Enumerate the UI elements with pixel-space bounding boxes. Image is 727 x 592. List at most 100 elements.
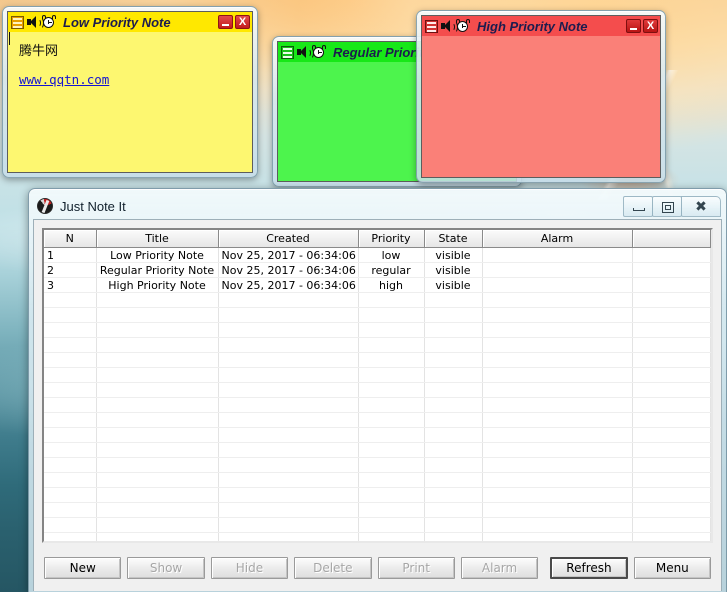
close-button[interactable]: X: [235, 15, 250, 29]
cell-empty: [358, 337, 425, 353]
cell-empty: [424, 367, 483, 383]
delete-button: Delete: [294, 557, 372, 579]
column-header-title[interactable]: Title: [96, 230, 219, 248]
table-row-empty[interactable]: [44, 472, 711, 488]
cell-empty: [358, 292, 425, 308]
column-header-created[interactable]: Created: [218, 230, 359, 248]
table-row-empty[interactable]: [44, 457, 711, 473]
minimize-button[interactable]: [623, 195, 653, 217]
table-row-empty[interactable]: [44, 487, 711, 503]
table-row[interactable]: 2 Regular Priority Note Nov 25, 2017 - 06:…: [44, 262, 711, 278]
cell-empty: [44, 352, 97, 368]
note-hyperlink[interactable]: www.qqtn.com: [19, 72, 109, 87]
column-header-n[interactable]: N: [44, 230, 97, 248]
hamburger-menu-icon[interactable]: [11, 15, 24, 29]
cell-created: Nov 25, 2017 - 06:34:06 ...: [218, 262, 359, 278]
cell-empty: [632, 442, 711, 458]
cell-empty: [482, 487, 633, 503]
table-row-empty[interactable]: [44, 307, 711, 323]
cell-empty: [632, 532, 711, 541]
cell-empty: [424, 397, 483, 413]
cell-empty: [96, 487, 219, 503]
cell-alarm: [482, 277, 633, 293]
cell-empty: [424, 427, 483, 443]
cell-empty: [482, 322, 633, 338]
table-row-empty[interactable]: [44, 517, 711, 533]
table-row-empty[interactable]: [44, 367, 711, 383]
hamburger-menu-icon[interactable]: [425, 19, 438, 33]
column-header-state[interactable]: State: [424, 230, 483, 248]
column-header-alarm[interactable]: Alarm: [482, 230, 633, 248]
table-row-empty[interactable]: [44, 322, 711, 338]
cell-empty: [218, 442, 359, 458]
note-titlebar-high-priority[interactable]: High Priority Note X: [422, 16, 660, 36]
cell-empty: [96, 532, 219, 541]
table-row-empty[interactable]: [44, 412, 711, 428]
alarm-clock-icon[interactable]: [312, 45, 326, 59]
table-row-empty[interactable]: [44, 292, 711, 308]
note-window-low-priority[interactable]: Low Priority Note X 腾牛网 www.qqtn.com: [2, 6, 258, 178]
note-body-low-priority[interactable]: 腾牛网 www.qqtn.com: [8, 32, 252, 172]
cell-empty: [218, 382, 359, 398]
menu-button[interactable]: Menu: [633, 557, 712, 579]
table-body: 1 Low Priority Note Nov 25, 2017 - 06:34:0…: [44, 247, 711, 541]
cell-empty: [96, 322, 219, 338]
hide-button: Hide: [210, 557, 289, 579]
alarm-clock-icon[interactable]: [42, 15, 56, 29]
cell-empty: [482, 457, 633, 473]
cell-empty: [44, 457, 97, 473]
new-button[interactable]: New: [44, 557, 122, 579]
table-row-empty[interactable]: [44, 337, 711, 353]
close-button[interactable]: X: [643, 19, 658, 33]
main-window-titlebar[interactable]: Just Note It ✖: [33, 193, 722, 219]
cell-empty: [218, 367, 359, 383]
speaker-icon[interactable]: [27, 15, 44, 29]
cell-empty: [424, 487, 483, 503]
column-header-priority[interactable]: Priority: [358, 230, 425, 248]
minimize-button[interactable]: [626, 19, 641, 33]
app-icon: [37, 198, 53, 214]
notes-list-view[interactable]: N Title Created Priority State Alarm 1 Lo…: [42, 228, 713, 543]
cell-empty: [358, 487, 425, 503]
table-row[interactable]: 3 High Priority Note Nov 25, 2017 - 06:34:…: [44, 277, 711, 293]
cell-empty: [44, 337, 97, 353]
speaker-icon[interactable]: [297, 45, 314, 59]
table-row-empty[interactable]: [44, 427, 711, 443]
cell-empty: [218, 487, 359, 503]
table-row-empty[interactable]: [44, 532, 711, 541]
table-row-empty[interactable]: [44, 502, 711, 518]
cell-empty: [358, 472, 425, 488]
cell-empty: [358, 427, 425, 443]
note-window-high-priority[interactable]: High Priority Note X: [416, 10, 666, 183]
table-row[interactable]: 1 Low Priority Note Nov 25, 2017 - 06:34:0…: [44, 247, 711, 263]
cell-empty: [482, 307, 633, 323]
minimize-button[interactable]: [218, 15, 233, 29]
cell-empty: [96, 442, 219, 458]
hamburger-menu-icon[interactable]: [281, 45, 294, 59]
cell-title: Regular Priority Note: [96, 262, 219, 278]
refresh-button[interactable]: Refresh: [550, 557, 628, 579]
speaker-icon[interactable]: [441, 19, 458, 33]
table-row-empty[interactable]: [44, 397, 711, 413]
cell-empty: [424, 322, 483, 338]
notes-table: N Title Created Priority State Alarm 1 Lo…: [44, 230, 711, 541]
cell-empty: [358, 517, 425, 533]
column-header-filler[interactable]: [632, 230, 711, 248]
cell-empty: [632, 397, 711, 413]
close-button[interactable]: ✖: [681, 195, 721, 217]
cell-empty: [44, 412, 97, 428]
cell-priority: regular: [358, 262, 425, 278]
table-row-empty[interactable]: [44, 382, 711, 398]
note-titlebar-low-priority[interactable]: Low Priority Note X: [8, 12, 252, 32]
cell-empty: [218, 457, 359, 473]
table-row-empty[interactable]: [44, 442, 711, 458]
table-row-empty[interactable]: [44, 352, 711, 368]
cell-empty: [632, 517, 711, 533]
cell-extra: [632, 262, 711, 278]
cell-empty: [424, 307, 483, 323]
alarm-clock-icon[interactable]: [456, 19, 470, 33]
cell-empty: [632, 457, 711, 473]
note-body-high-priority[interactable]: [422, 36, 660, 177]
cell-empty: [358, 457, 425, 473]
maximize-button[interactable]: [652, 195, 682, 217]
